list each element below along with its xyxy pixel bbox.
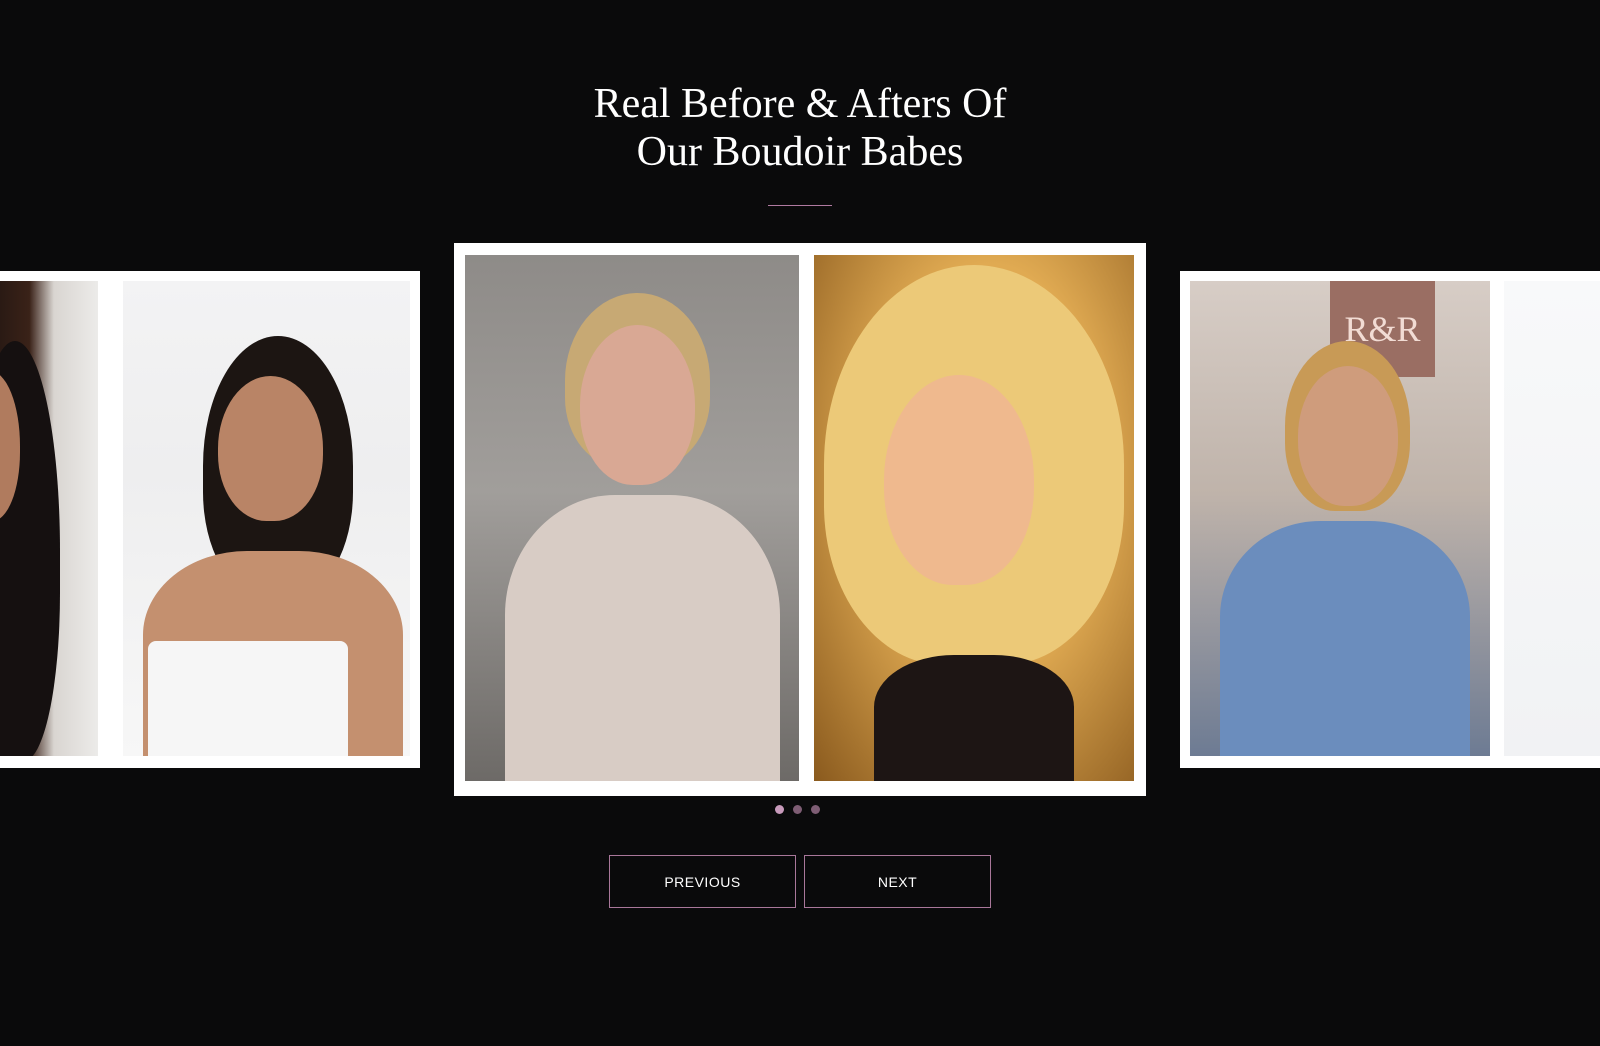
- title-divider: [768, 205, 832, 206]
- carousel-slide-previous[interactable]: [0, 271, 420, 768]
- after-photo: [1504, 281, 1600, 756]
- sweater-shape: [505, 495, 780, 781]
- face-shape: [884, 375, 1034, 585]
- carousel-dot-3[interactable]: [811, 805, 820, 814]
- before-photo: [0, 281, 98, 756]
- shirt-shape: [1220, 521, 1470, 756]
- section-title-line1: Real Before & Afters Of: [593, 81, 1007, 127]
- carousel-slide-next[interactable]: R&R: [1180, 271, 1600, 768]
- before-after-section: Real Before & Afters Of Our Boudoir Babe…: [0, 0, 1600, 1046]
- lingerie-shape: [874, 655, 1074, 781]
- before-photo: R&R: [1190, 281, 1490, 756]
- face-shape: [218, 376, 323, 521]
- previous-button[interactable]: PREVIOUS: [609, 855, 796, 908]
- next-button[interactable]: NEXT: [804, 855, 991, 908]
- carousel-dot-1[interactable]: [775, 805, 784, 814]
- face-shape: [580, 325, 695, 485]
- face-shape: [1298, 366, 1398, 506]
- after-photo: [123, 281, 410, 756]
- section-title-line2: Our Boudoir Babes: [636, 129, 964, 175]
- before-photo: [465, 255, 799, 781]
- carousel-pagination: [775, 805, 825, 815]
- carousel-dot-2[interactable]: [793, 805, 802, 814]
- top-shape: [148, 641, 348, 756]
- section-title: Real Before & Afters Of Our Boudoir Babe…: [0, 80, 1600, 176]
- after-photo: [814, 255, 1134, 781]
- carousel-slide-current[interactable]: [454, 243, 1146, 796]
